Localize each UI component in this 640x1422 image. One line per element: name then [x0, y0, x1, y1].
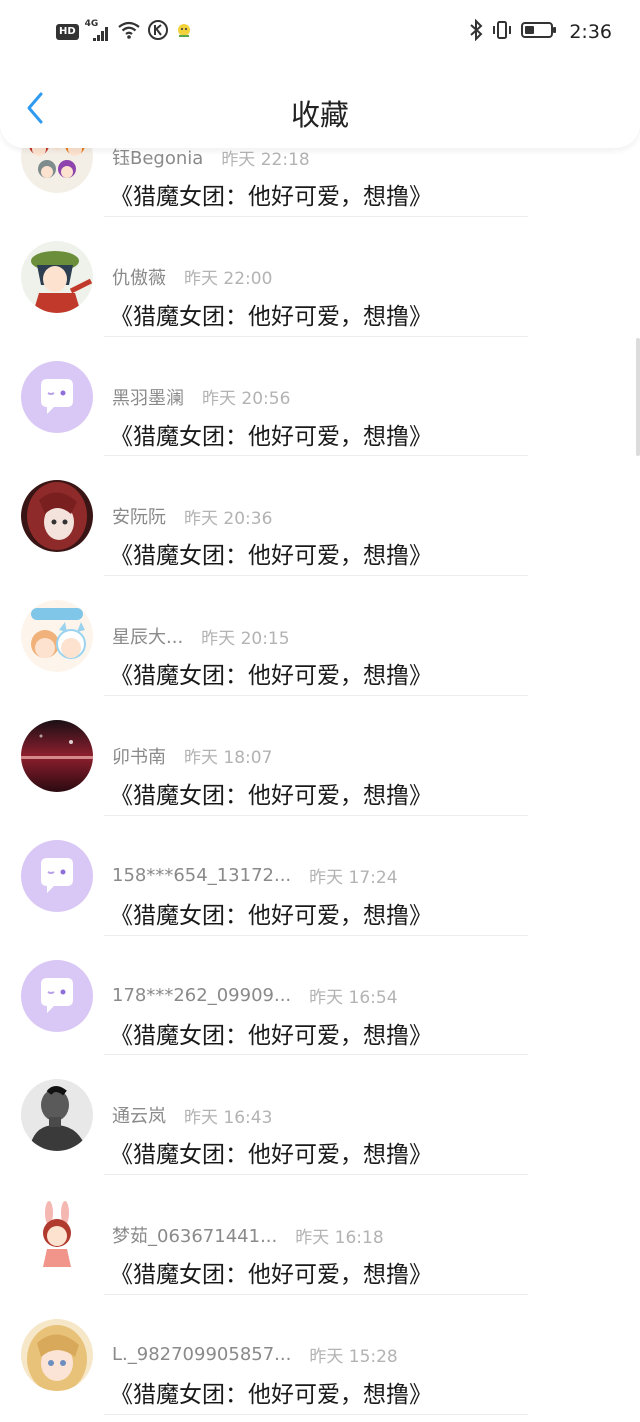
status-time: 2:36	[569, 21, 612, 43]
user-name[interactable]: L._982709905857...	[112, 1344, 291, 1365]
scrollbar[interactable]	[636, 338, 640, 456]
item-title[interactable]: 《猎魔女团：他好可爱，想撸》	[110, 656, 432, 690]
signal-icon: 4G	[85, 19, 111, 43]
item-meta: 钰Begonia 昨天 22:18	[112, 145, 310, 170]
item-title[interactable]: 《猎魔女团：他好可爱，想撸》	[110, 896, 432, 930]
bluetooth-icon	[469, 18, 483, 45]
timestamp: 昨天 17:24	[309, 868, 398, 889]
timestamp: 昨天 15:28	[309, 1347, 398, 1368]
timestamp: 昨天 16:43	[184, 1107, 273, 1128]
default-chat-avatar[interactable]	[21, 360, 93, 433]
user-name[interactable]: 通云岚	[112, 1102, 166, 1128]
favorite-item[interactable]: 黑羽墨澜 昨天 20:56 《猎魔女团：他好可爱，想撸》	[0, 337, 640, 457]
item-meta: 178***262_09909... 昨天 16:54	[112, 984, 398, 1008]
item-title[interactable]: 《猎魔女团：他好可爱，想撸》	[110, 297, 432, 331]
favorite-item[interactable]: 178***262_09909... 昨天 16:54 《猎魔女团：他好可爱，想撸》	[0, 936, 640, 1056]
cartoon-kids-avatar[interactable]	[21, 600, 93, 673]
favorite-item[interactable]: L._982709905857... 昨天 15:28 《猎魔女团：他好可爱，想撸》	[0, 1295, 640, 1415]
favorite-item[interactable]: 158***654_13172... 昨天 17:24 《猎魔女团：他好可爱，想撸》	[0, 816, 640, 936]
divider	[104, 1413, 528, 1415]
navigation-header: 收藏	[0, 64, 640, 148]
item-meta: 星辰大... 昨天 20:15	[112, 623, 290, 649]
anime-boy-avatar[interactable]	[21, 240, 93, 313]
item-meta: 黑羽墨澜 昨天 20:56	[112, 384, 291, 410]
battery-icon	[521, 20, 557, 44]
item-meta: L._982709905857... 昨天 15:28	[112, 1343, 398, 1367]
k-app-icon	[147, 19, 169, 45]
user-name[interactable]: 178***262_09909...	[112, 985, 291, 1006]
favorite-item[interactable]: 梦茹_063671441... 昨天 16:18 《猎魔女团：他好可爱，想撸》	[0, 1175, 640, 1295]
timestamp: 昨天 20:15	[201, 628, 290, 649]
red-hair-girl-avatar[interactable]	[21, 480, 93, 553]
favorite-item[interactable]: 星辰大... 昨天 20:15 《猎魔女团：他好可爱，想撸》	[0, 576, 640, 696]
user-name[interactable]: 星辰大...	[112, 623, 183, 649]
user-name[interactable]: 卯书南	[112, 743, 166, 769]
favorites-list: 钰Begonia 昨天 22:18 《猎魔女团：他好可爱，想撸》 仇傲薇 昨天 22:0…	[0, 97, 640, 1415]
status-left-icons: HD 4G	[56, 19, 193, 45]
bunny-girl-avatar[interactable]	[21, 1199, 93, 1272]
timestamp: 昨天 20:36	[184, 508, 273, 529]
default-chat-avatar[interactable]	[21, 959, 93, 1032]
item-meta: 仇傲薇 昨天 22:00	[112, 264, 273, 290]
favorite-item[interactable]: 安阮阮 昨天 20:36 《猎魔女团：他好可爱，想撸》	[0, 456, 640, 577]
item-title[interactable]: 《猎魔女团：他好可爱，想撸》	[110, 177, 432, 211]
vibrate-icon	[491, 19, 513, 45]
timestamp: 昨天 20:56	[202, 389, 291, 410]
user-name[interactable]: 安阮阮	[112, 503, 166, 529]
favorite-item[interactable]: 通云岚 昨天 16:43 《猎魔女团：他好可爱，想撸》	[0, 1055, 640, 1176]
favorite-item[interactable]: 卯书南 昨天 18:07 《猎魔女团：他好可爱，想撸》	[0, 696, 640, 816]
user-name[interactable]: 158***654_13172...	[112, 865, 291, 886]
timestamp: 昨天 16:54	[309, 988, 398, 1009]
favorite-item[interactable]: 仇傲薇 昨天 22:00 《猎魔女团：他好可爱，想撸》	[0, 217, 640, 337]
user-name[interactable]: 仇傲薇	[112, 264, 166, 290]
timestamp: 昨天 18:07	[184, 748, 273, 769]
item-title[interactable]: 《猎魔女团：他好可爱，想撸》	[110, 1016, 432, 1050]
status-right-icons: 2:36	[469, 18, 612, 46]
night-scene-avatar[interactable]	[21, 719, 93, 792]
user-name[interactable]: 黑羽墨澜	[112, 384, 184, 410]
item-meta: 梦茹_063671441... 昨天 16:18	[112, 1222, 384, 1248]
item-title[interactable]: 《猎魔女团：他好可爱，想撸》	[110, 1375, 432, 1409]
wifi-icon	[117, 20, 141, 44]
item-meta: 通云岚 昨天 16:43	[112, 1102, 273, 1128]
bw-photo-avatar[interactable]	[21, 1079, 93, 1152]
page-title: 收藏	[290, 98, 349, 132]
item-title[interactable]: 《猎魔女团：他好可爱，想撸》	[110, 776, 432, 810]
item-title[interactable]: 《猎魔女团：他好可爱，想撸》	[110, 417, 432, 451]
timestamp: 昨天 22:18	[221, 149, 310, 170]
item-title[interactable]: 《猎魔女团：他好可爱，想撸》	[110, 1255, 432, 1289]
item-meta: 安阮阮 昨天 20:36	[112, 503, 273, 529]
item-meta: 卯书南 昨天 18:07	[112, 743, 273, 769]
app-notification-icon	[175, 21, 193, 43]
item-title[interactable]: 《猎魔女团：他好可爱，想撸》	[110, 1135, 432, 1169]
user-name[interactable]: 梦茹_063671441...	[112, 1222, 277, 1248]
item-meta: 158***654_13172... 昨天 17:24	[112, 864, 398, 888]
timestamp: 昨天 16:18	[295, 1227, 384, 1248]
status-bar: HD 4G 2:36	[0, 0, 640, 64]
hd-badge: HD	[56, 24, 79, 40]
item-title[interactable]: 《猎魔女团：他好可爱，想撸》	[110, 536, 432, 570]
timestamp: 昨天 22:00	[184, 269, 273, 290]
blonde-girl-avatar[interactable]	[21, 1318, 93, 1391]
default-chat-avatar[interactable]	[21, 839, 93, 912]
